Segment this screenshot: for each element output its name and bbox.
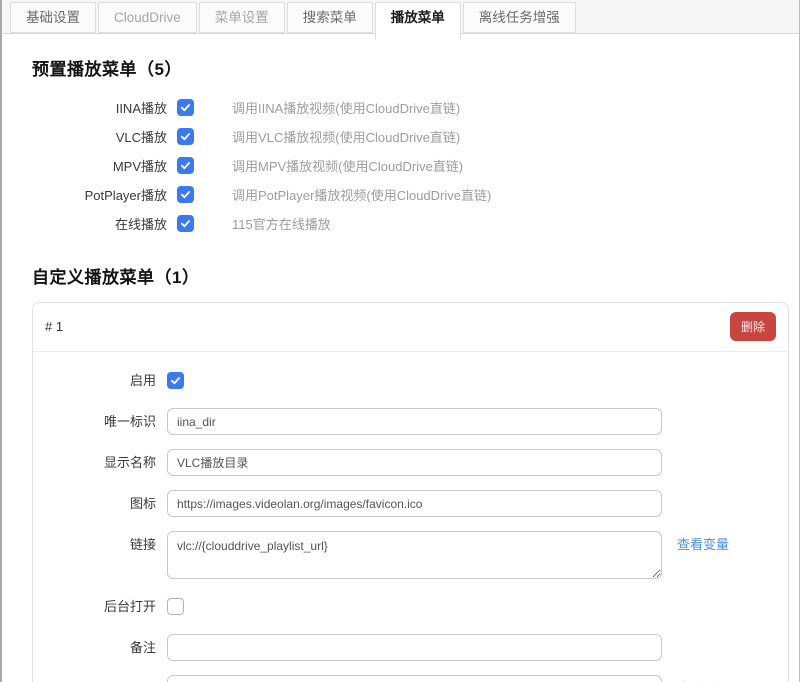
mutation-textarea[interactable] (167, 675, 662, 682)
form-row-enable: 启用 (33, 367, 788, 394)
tab-basic-settings[interactable]: 基础设置 (10, 2, 96, 33)
remark-label: 备注 (33, 634, 167, 661)
display-name-input[interactable] (167, 449, 662, 476)
unique-id-input[interactable] (167, 408, 662, 435)
mutation-label: Mutation (33, 675, 167, 682)
preset-section-title: 预置播放菜单（5） (32, 55, 789, 80)
preset-label: IINA播放 (32, 98, 167, 117)
tab-play-menu[interactable]: 播放菜单 (375, 2, 461, 40)
preset-label: 在线播放 (32, 214, 167, 233)
check-icon (180, 218, 191, 229)
tab-bar: 基础设置 CloudDrive 菜单设置 搜索菜单 播放菜单 离线任务增强 (2, 0, 799, 34)
preset-row-mpv: MPV播放 调用MPV播放视频(使用CloudDrive直链) (32, 151, 789, 180)
check-icon (180, 189, 191, 200)
background-open-label: 后台打开 (33, 593, 167, 620)
card-index-label: # 1 (45, 319, 63, 334)
preset-checkbox-potplayer[interactable] (177, 186, 194, 203)
tab-panel-play-menu: 预置播放菜单（5） IINA播放 调用IINA播放视频(使用CloudDrive… (2, 55, 799, 682)
check-icon (180, 131, 191, 142)
tab-menu-settings[interactable]: 菜单设置 (199, 2, 285, 33)
check-icon (180, 102, 191, 113)
preset-row-vlc: VLC播放 调用VLC播放视频(使用CloudDrive直链) (32, 122, 789, 151)
remark-input[interactable] (167, 634, 662, 661)
tab-clouddrive[interactable]: CloudDrive (98, 2, 197, 33)
custom-menu-card: # 1 删除 启用 唯一标识 显示名称 (32, 302, 789, 682)
preset-label: PotPlayer播放 (32, 185, 167, 204)
enable-label: 启用 (33, 367, 167, 394)
form-row-mutation: Mutation 查看说明 (33, 675, 788, 682)
preset-desc: 调用MPV播放视频(使用CloudDrive直链) (232, 156, 463, 175)
preset-row-online: 在线播放 115官方在线播放 (32, 209, 789, 238)
check-icon (180, 160, 191, 171)
link-label: 链接 (33, 531, 167, 558)
form-row-icon: 图标 (33, 490, 788, 517)
background-open-checkbox[interactable] (167, 598, 184, 615)
form-row-remark: 备注 (33, 634, 788, 661)
form-row-link: 链接 vlc://{clouddrive_playlist_url} 查看变量 (33, 531, 788, 579)
form-row-display-name: 显示名称 (33, 449, 788, 476)
card-body: 启用 唯一标识 显示名称 图标 (33, 352, 788, 682)
preset-row-potplayer: PotPlayer播放 调用PotPlayer播放视频(使用CloudDrive… (32, 180, 789, 209)
preset-row-iina: IINA播放 调用IINA播放视频(使用CloudDrive直链) (32, 93, 789, 122)
preset-label: MPV播放 (32, 156, 167, 175)
card-header: # 1 删除 (33, 303, 788, 352)
preset-label: VLC播放 (32, 127, 167, 146)
link-textarea[interactable]: vlc://{clouddrive_playlist_url} (167, 531, 662, 579)
settings-window: 基础设置 CloudDrive 菜单设置 搜索菜单 播放菜单 离线任务增强 预置… (0, 0, 800, 682)
preset-checkbox-mpv[interactable] (177, 157, 194, 174)
unique-id-label: 唯一标识 (33, 408, 167, 435)
form-row-unique-id: 唯一标识 (33, 408, 788, 435)
preset-checkbox-vlc[interactable] (177, 128, 194, 145)
tab-search-menu[interactable]: 搜索菜单 (287, 2, 373, 33)
icon-label: 图标 (33, 490, 167, 517)
preset-desc: 调用IINA播放视频(使用CloudDrive直链) (232, 98, 460, 117)
preset-checkbox-iina[interactable] (177, 99, 194, 116)
check-icon (170, 375, 181, 386)
preset-checkbox-online[interactable] (177, 215, 194, 232)
icon-url-input[interactable] (167, 490, 662, 517)
delete-button[interactable]: 删除 (730, 312, 776, 341)
custom-section-title: 自定义播放菜单（1） (32, 263, 789, 288)
preset-desc: 115官方在线播放 (232, 214, 331, 233)
form-row-background-open: 后台打开 (33, 593, 788, 620)
preset-desc: 调用VLC播放视频(使用CloudDrive直链) (232, 127, 460, 146)
preset-desc: 调用PotPlayer播放视频(使用CloudDrive直链) (232, 185, 491, 204)
tab-offline-task[interactable]: 离线任务增强 (463, 2, 576, 33)
display-name-label: 显示名称 (33, 449, 167, 476)
view-variables-link[interactable]: 查看变量 (677, 531, 729, 558)
view-docs-link[interactable]: 查看说明 (677, 675, 729, 682)
enable-checkbox[interactable] (167, 372, 184, 389)
